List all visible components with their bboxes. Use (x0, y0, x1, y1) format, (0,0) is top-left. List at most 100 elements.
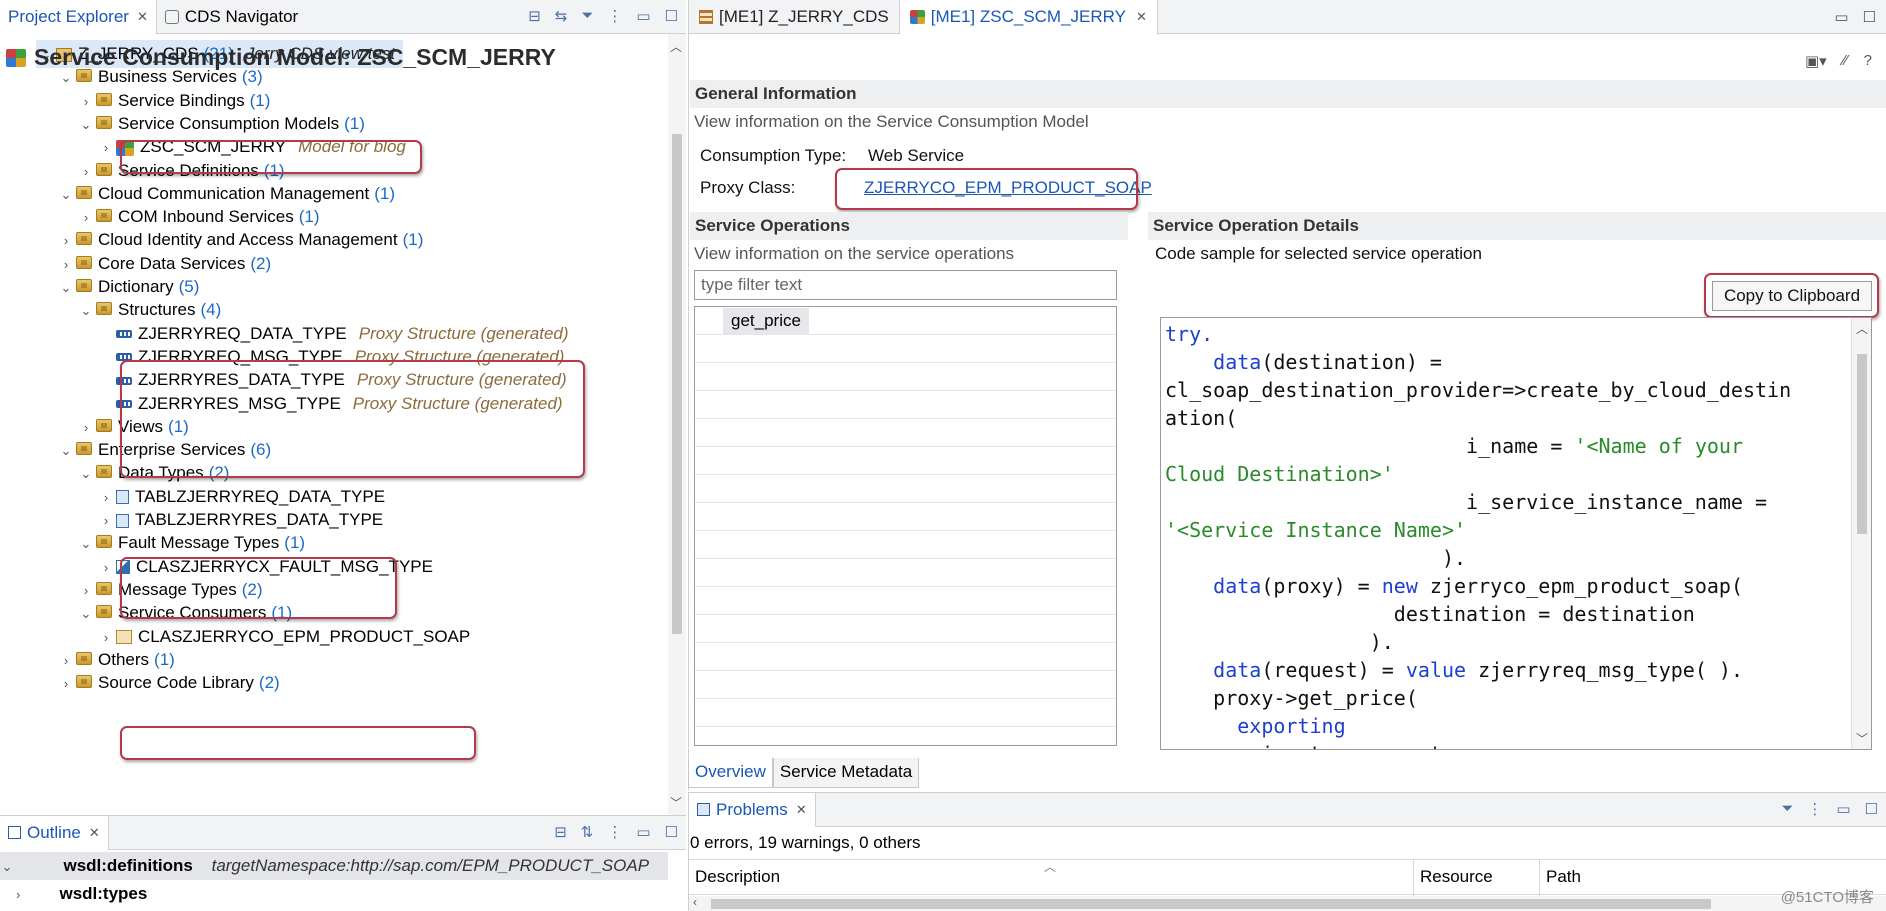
help-alt-icon[interactable]: ? (1864, 52, 1872, 70)
minimize-icon[interactable]: ▭ (636, 7, 650, 25)
export-icon[interactable]: ▣▾ (1805, 52, 1827, 70)
close-icon[interactable]: ✕ (137, 9, 148, 25)
code-token: cl_soap_destination_provider=>create_by_… (1165, 378, 1792, 402)
view-menu-icon[interactable]: ⋮ (607, 823, 622, 841)
operation-row (695, 475, 1116, 503)
service-operations-heading: Service Operations (690, 212, 1128, 240)
scroll-up-icon[interactable]: ︿ (1856, 320, 1868, 337)
operation-name[interactable]: get_price (723, 308, 809, 334)
chevron-down-icon[interactable]: ⌄ (56, 274, 76, 302)
chevron-down-icon[interactable]: ⌄ (0, 853, 14, 881)
code-token: '<Name of your (1574, 434, 1743, 458)
maximize-icon[interactable]: ☐ (1863, 8, 1876, 26)
code-sample-box[interactable]: try. data(destination) = cl_soap_destinat… (1160, 317, 1872, 750)
minimize-icon[interactable]: ▭ (1836, 800, 1850, 818)
problems-hscrollbar[interactable]: ‹ (689, 895, 1886, 911)
tree-item-count: (1) (402, 230, 424, 250)
structure-icon (116, 330, 132, 339)
project-explorer-panel: Project Explorer ✕ CDS Navigator ⊟ ⇆ ⏷ ⋮… (0, 0, 686, 815)
minimize-icon[interactable]: ▭ (636, 823, 650, 841)
collapse-all-icon[interactable]: ⊟ (554, 823, 567, 841)
help-icon[interactable]: ⁄⁄ (1843, 52, 1848, 70)
scroll-down-icon[interactable]: ﹀ (670, 794, 682, 811)
proxy-class-link[interactable]: ZJERRYCO_EPM_PRODUCT_SOAP (864, 178, 1152, 198)
tab-label: Problems (716, 799, 788, 819)
tree-item-label: ZJERRYRES_DATA_TYPE (138, 370, 345, 390)
tab-cds-navigator[interactable]: CDS Navigator (157, 0, 306, 34)
tree-scrollbar[interactable]: ︿ ﹀ (668, 34, 686, 815)
tab-zsc-scm-jerry[interactable]: [ME1] ZSC_SCM_JERRY ✕ (898, 0, 1158, 34)
scroll-left-icon[interactable]: ‹ (693, 895, 697, 909)
chevron-right-icon[interactable]: › (0, 881, 40, 909)
tree-item-label: Service Definitions (118, 160, 259, 180)
chevron-down-icon[interactable]: ⌄ (76, 530, 96, 558)
column-description[interactable]: Description ︿ (689, 860, 1414, 896)
view-menu-icon[interactable]: ⋮ (1807, 800, 1822, 818)
chevron-down-icon[interactable]: ⌄ (76, 297, 96, 325)
editor-controls: ▭ ☐ (1824, 0, 1886, 33)
link-editor-icon[interactable]: ⇆ (555, 7, 568, 25)
close-icon[interactable]: ✕ (1136, 9, 1147, 25)
tab-z-jerry-cds[interactable]: [ME1] Z_JERRY_CDS (689, 0, 899, 34)
column-resource[interactable]: Resource (1414, 860, 1540, 896)
minimize-icon[interactable]: ▭ (1834, 8, 1848, 26)
problems-table-header: Description ︿ Resource Path (689, 859, 1886, 896)
chevron-down-icon[interactable]: ⌄ (56, 181, 76, 209)
scrollbar-thumb[interactable] (672, 134, 682, 634)
code-token: exporting (1237, 714, 1346, 738)
code-scrollbar[interactable]: ︿ ﹀ (1851, 318, 1871, 749)
chevron-right-icon[interactable]: › (56, 670, 76, 698)
operation-row (695, 727, 1116, 745)
explorer-toolbar: ⊟ ⇆ ⏷ ⋮ ▭ ☐ (528, 7, 678, 25)
editor-page-tabs: Overview Service Metadata (688, 758, 920, 788)
chevron-down-icon[interactable]: ⌄ (76, 600, 96, 628)
operation-row (695, 447, 1116, 475)
consumption-type-label: Consumption Type: (700, 146, 847, 165)
proxy-class-label: Proxy Class: (700, 178, 796, 197)
maximize-icon[interactable]: ☐ (665, 7, 678, 25)
folder-icon (96, 418, 112, 432)
outline-tabbar: Outline ✕ ⊟ ⇅ ⋮ ▭ ☐ (0, 815, 686, 850)
chevron-down-icon[interactable]: ⌄ (56, 437, 76, 465)
close-icon[interactable]: ✕ (796, 802, 807, 818)
outline-row-definitions[interactable]: ⌄ wsdl:definitions targetNamespace:http:… (0, 852, 668, 880)
tab-service-metadata[interactable]: Service Metadata (772, 758, 920, 788)
code-sample[interactable]: try. data(destination) = cl_soap_destinat… (1165, 320, 1845, 749)
tab-problems[interactable]: Problems ✕ (689, 792, 816, 827)
tab-outline[interactable]: Outline ✕ (0, 815, 109, 850)
filter-icon[interactable]: ⏷ (581, 7, 593, 25)
filter-input[interactable]: type filter text (694, 270, 1117, 300)
collapse-all-icon[interactable]: ⊟ (528, 7, 541, 25)
scroll-down-icon[interactable]: ﹀ (1856, 730, 1868, 747)
view-menu-icon[interactable]: ⋮ (607, 7, 622, 25)
tree-item-label: ZJERRYREQ_MSG_TYPE (138, 346, 343, 366)
operation-row (695, 503, 1116, 531)
scroll-up-icon[interactable]: ︿ (670, 38, 682, 55)
code-token: '<Service Instance Name>' (1165, 518, 1467, 542)
general-info-desc: View information on the Service Consumpt… (694, 112, 1089, 131)
copy-to-clipboard-button[interactable]: Copy to Clipboard (1712, 281, 1872, 311)
outline-row-types[interactable]: › wsdl:types (0, 880, 668, 908)
tab-project-explorer[interactable]: Project Explorer ✕ (0, 0, 157, 34)
tree-item-label: ZSC_SCM_JERRY (140, 137, 287, 157)
filter-icon[interactable]: ⏷ (1781, 800, 1793, 818)
close-icon[interactable]: ✕ (89, 825, 100, 841)
tree-item-count: (1) (263, 160, 285, 180)
chevron-down-icon[interactable]: ⌄ (76, 460, 96, 488)
scrollbar-thumb[interactable] (1857, 354, 1867, 534)
maximize-icon[interactable]: ☐ (1865, 800, 1878, 818)
maximize-icon[interactable]: ☐ (665, 823, 678, 841)
tree-item[interactable]: › Source Code Library (2) (56, 669, 280, 697)
sort-icon[interactable]: ⇅ (581, 823, 594, 841)
tree-item-count: (2) (208, 463, 230, 483)
scm-icon (116, 139, 134, 156)
chevron-down-icon[interactable]: ⌄ (76, 111, 96, 139)
scrollbar-thumb[interactable] (711, 899, 1711, 909)
operation-row[interactable]: get_price (695, 307, 1116, 335)
tab-overview[interactable]: Overview (688, 758, 773, 788)
tree-item-count: (5) (178, 277, 200, 296)
scm-icon (6, 48, 26, 67)
